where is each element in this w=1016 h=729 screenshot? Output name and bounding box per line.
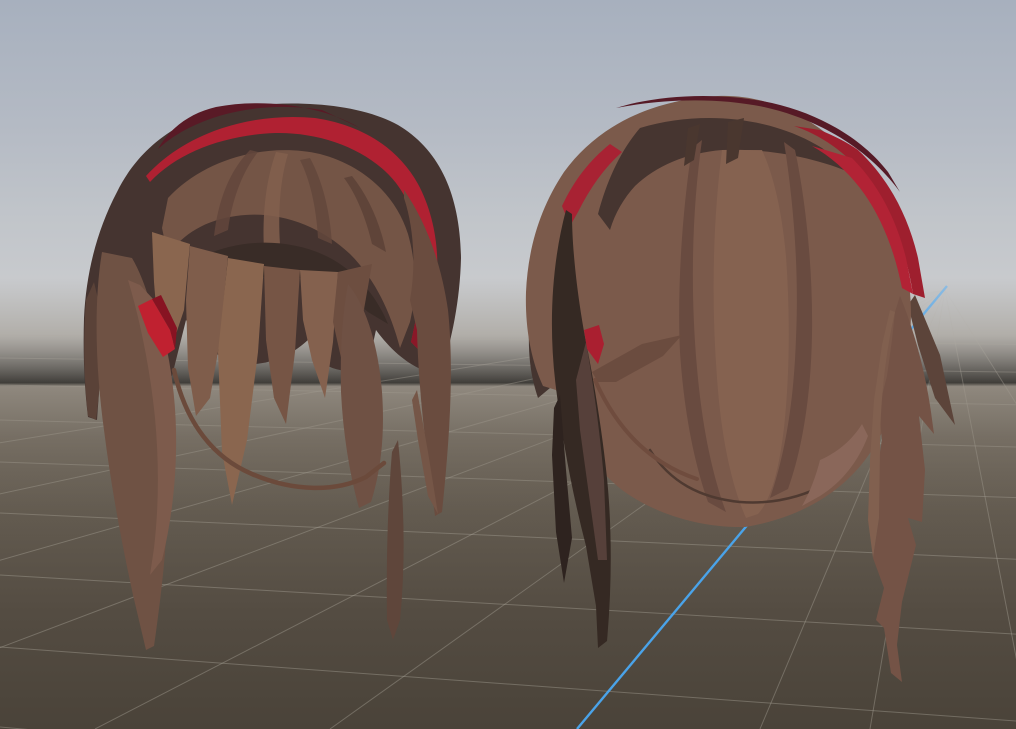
viewport-canvas[interactable] (0, 0, 1016, 729)
viewport[interactable] (0, 0, 1016, 729)
